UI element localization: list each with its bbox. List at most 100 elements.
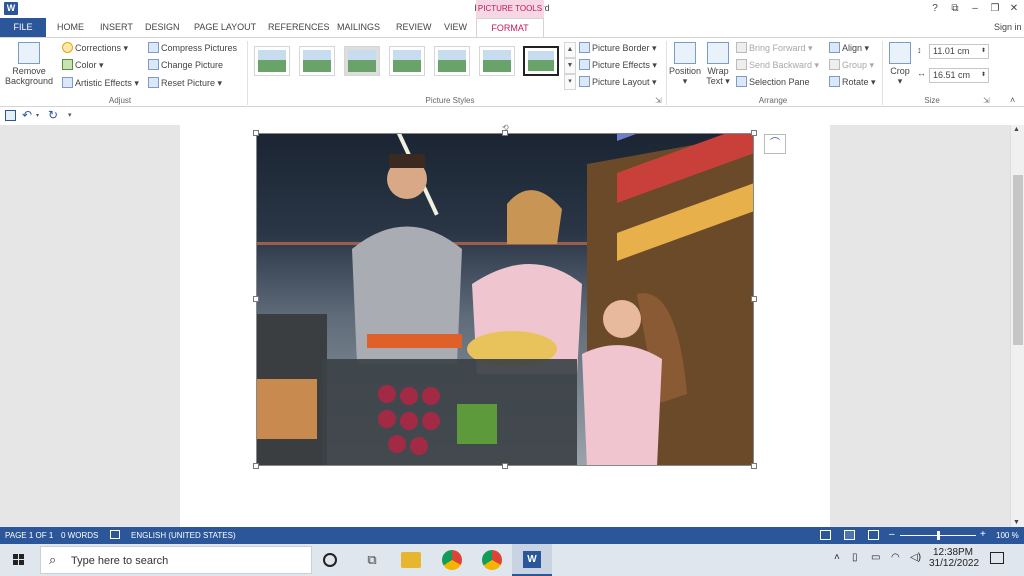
crop-button[interactable]: Crop ▾	[886, 42, 914, 87]
shape-height-input[interactable]: 11.01 cm ⬍	[929, 44, 989, 59]
wrap-text-button[interactable]: Wrap Text ▾	[703, 42, 733, 87]
minimize-button[interactable]: –	[966, 1, 984, 17]
tab-file[interactable]: FILE	[0, 18, 46, 37]
sign-in-link[interactable]: Sign in	[994, 22, 1022, 32]
bring-forward-button[interactable]: Bring Forward ▾	[736, 42, 813, 54]
web-layout-icon[interactable]	[868, 530, 879, 540]
taskbar-search-box[interactable]: ⌕ Type here to search	[40, 546, 312, 574]
clock[interactable]: 12:38PM 31/12/2022	[929, 547, 979, 569]
change-picture-button[interactable]: Change Picture	[148, 59, 223, 70]
show-hidden-icons[interactable]: ˄	[834, 552, 840, 563]
help-button[interactable]: ?	[926, 1, 944, 17]
page-count[interactable]: PAGE 1 OF 1	[5, 531, 53, 540]
scrollbar-thumb[interactable]	[1013, 175, 1023, 345]
zoom-in-icon[interactable]: +	[980, 529, 986, 540]
vertical-scrollbar[interactable]: ▲ ▼	[1010, 125, 1024, 527]
gallery-scroll-down-button[interactable]: ▼	[564, 58, 576, 74]
color-button[interactable]: Color ▾	[62, 59, 104, 71]
tab-page-layout[interactable]: PAGE LAYOUT	[194, 22, 256, 32]
customize-toolbar-icon[interactable]: ▾	[68, 111, 72, 119]
proofing-icon[interactable]	[110, 530, 120, 539]
collapse-ribbon-icon[interactable]: ˄	[1010, 95, 1015, 105]
chrome-icon[interactable]	[442, 550, 462, 570]
reset-picture-button[interactable]: Reset Picture ▾	[148, 77, 222, 89]
resize-handle-top-right[interactable]	[751, 130, 757, 136]
resize-handle-bottom-left[interactable]	[253, 463, 259, 469]
corrections-button[interactable]: Corrections ▾	[62, 42, 128, 54]
tab-view[interactable]: VIEW	[444, 22, 467, 32]
volume-icon[interactable]: ◁)	[910, 552, 921, 563]
picture-effects-button[interactable]: Picture Effects ▾	[579, 59, 657, 71]
align-button[interactable]: Align ▾	[829, 42, 869, 54]
ribbon-display-options-button[interactable]: ⧉	[946, 1, 964, 17]
resize-handle-left[interactable]	[253, 296, 259, 302]
tab-format[interactable]: FORMAT	[476, 18, 544, 38]
align-label: Align	[842, 43, 863, 53]
device-icon[interactable]: ▯	[852, 552, 858, 563]
resize-handle-right[interactable]	[751, 296, 757, 302]
rotate-button[interactable]: Rotate ▾	[829, 76, 876, 88]
restore-button[interactable]: ❐	[986, 1, 1004, 17]
zoom-level[interactable]: 100 %	[996, 531, 1019, 540]
zoom-slider-thumb[interactable]	[937, 531, 940, 540]
width-spinner-icon[interactable]: ⬍	[981, 69, 986, 82]
tab-home[interactable]: HOME	[57, 22, 84, 32]
wifi-icon[interactable]: ◠	[891, 552, 900, 563]
gallery-more-button[interactable]: ▾	[564, 74, 576, 90]
resize-handle-bottom[interactable]	[502, 463, 508, 469]
notifications-icon[interactable]	[990, 552, 1004, 564]
redo-icon[interactable]: ↻	[48, 108, 58, 122]
send-backward-button[interactable]: Send Backward ▾	[736, 59, 819, 71]
artistic-effects-button[interactable]: Artistic Effects ▾	[62, 77, 139, 89]
zoom-out-icon[interactable]: –	[889, 529, 895, 540]
battery-icon[interactable]: ▭	[871, 552, 880, 563]
compress-pictures-button[interactable]: Compress Pictures	[148, 42, 237, 53]
rotate-handle-icon[interactable]: ⟲	[502, 123, 509, 132]
compress-pictures-icon	[148, 42, 159, 53]
picture-style-6[interactable]	[479, 46, 515, 76]
cortana-icon[interactable]	[323, 553, 337, 567]
picture-style-1[interactable]	[254, 46, 290, 76]
remove-background-button[interactable]: Remove Background	[4, 42, 54, 86]
picture-style-4[interactable]	[389, 46, 425, 76]
tab-design[interactable]: DESIGN	[145, 22, 180, 32]
selected-picture[interactable]	[256, 133, 754, 466]
resize-handle-top-left[interactable]	[253, 130, 259, 136]
print-layout-icon[interactable]	[844, 530, 855, 540]
picture-styles-dialog-launcher-icon[interactable]: ⇲	[655, 96, 662, 105]
file-explorer-icon[interactable]	[401, 552, 421, 568]
task-view-icon[interactable]: ⧉	[362, 550, 382, 570]
word-count[interactable]: 0 WORDS	[61, 531, 98, 540]
gallery-scroll-up-button[interactable]: ▲	[564, 42, 576, 58]
read-mode-icon[interactable]	[820, 530, 831, 540]
position-button[interactable]: Position ▾	[668, 42, 702, 87]
tab-mailings[interactable]: MAILINGS	[337, 22, 380, 32]
resize-handle-bottom-right[interactable]	[751, 463, 757, 469]
word-taskbar-button[interactable]: W	[512, 544, 552, 576]
color-label: Color	[75, 60, 97, 70]
picture-style-7[interactable]	[523, 46, 559, 76]
group-button[interactable]: Group ▾	[829, 59, 874, 71]
tab-references[interactable]: REFERENCES	[268, 22, 330, 32]
close-button[interactable]: ✕	[1005, 1, 1023, 17]
picture-style-2[interactable]	[299, 46, 335, 76]
scroll-up-icon[interactable]: ▲	[1013, 126, 1020, 133]
picture-border-button[interactable]: Picture Border ▾	[579, 42, 657, 54]
shape-width-input[interactable]: 16.51 cm ⬍	[929, 68, 989, 83]
picture-layout-button[interactable]: Picture Layout ▾	[579, 76, 657, 88]
layout-options-icon[interactable]: ⌒	[764, 134, 786, 154]
size-dialog-launcher-icon[interactable]: ⇲	[983, 96, 990, 105]
undo-icon[interactable]: ↶	[22, 108, 32, 122]
picture-style-3[interactable]	[344, 46, 380, 76]
scroll-down-icon[interactable]: ▼	[1013, 519, 1020, 526]
start-button[interactable]	[0, 544, 38, 576]
tab-insert[interactable]: INSERT	[100, 22, 133, 32]
picture-style-5[interactable]	[434, 46, 470, 76]
language[interactable]: ENGLISH (UNITED STATES)	[131, 531, 236, 540]
tab-review[interactable]: REVIEW	[396, 22, 432, 32]
undo-dropdown-icon[interactable]: ▾	[36, 112, 39, 119]
height-spinner-icon[interactable]: ⬍	[981, 45, 986, 58]
selection-pane-button[interactable]: Selection Pane	[736, 76, 810, 87]
save-icon[interactable]	[5, 110, 16, 121]
chrome-profile-icon[interactable]	[482, 550, 502, 570]
